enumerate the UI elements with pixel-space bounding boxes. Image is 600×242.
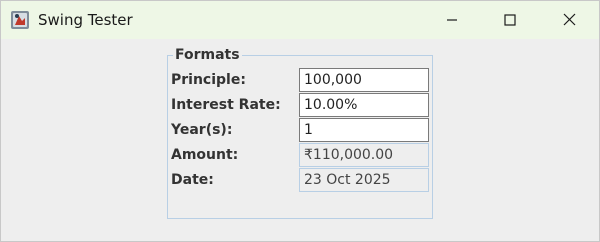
minimize-button[interactable] (429, 1, 475, 39)
amount-label: Amount: (171, 147, 239, 163)
date-label: Date: (171, 172, 214, 188)
maximize-button[interactable] (487, 1, 533, 39)
years-label: Year(s): (171, 122, 233, 138)
amount-field: ₹110,000.00 (299, 143, 429, 167)
principle-label: Principle: (171, 72, 246, 88)
close-button[interactable] (546, 1, 592, 39)
maximize-icon (504, 11, 516, 30)
interest-rate-field[interactable]: 10.00% (299, 93, 429, 117)
principle-field[interactable]: 100,000 (299, 68, 429, 92)
window-title: Swing Tester (38, 11, 133, 29)
minimize-icon (446, 11, 458, 30)
years-field[interactable]: 1 (299, 118, 429, 142)
formats-legend: Formats (173, 47, 242, 63)
app-window: Swing Tester Formats Principle: 100,000 … (0, 0, 600, 242)
java-app-icon (10, 10, 30, 30)
close-icon (563, 11, 576, 30)
interest-rate-label: Interest Rate: (171, 97, 281, 113)
title-bar[interactable]: Swing Tester (1, 1, 599, 39)
date-field: 23 Oct 2025 (299, 168, 429, 192)
